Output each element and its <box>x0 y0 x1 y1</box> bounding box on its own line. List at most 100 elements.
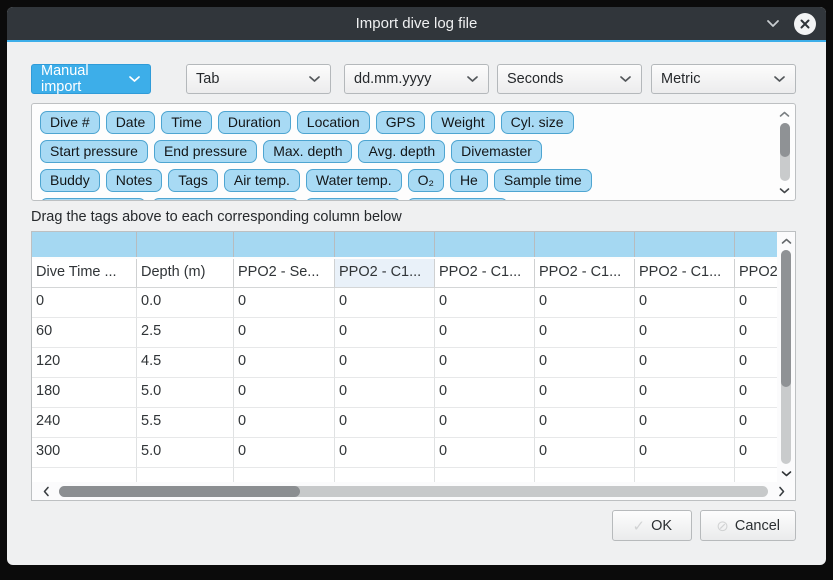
table-vertical-scrollbar[interactable] <box>777 232 795 482</box>
tag-sample-temperature[interactable]: Sample temperature <box>152 198 299 201</box>
date-format-value: dd.mm.yyyy <box>354 71 431 87</box>
import-dialog-window: Import dive log file Manual import Tab <box>7 7 826 565</box>
tag-weight[interactable]: Weight <box>431 111 494 134</box>
column-drop-target[interactable] <box>535 232 635 257</box>
column-drop-target[interactable] <box>435 232 535 257</box>
table-cell: 0 <box>735 288 777 318</box>
close-button[interactable] <box>794 13 816 35</box>
column-header[interactable]: PPO2 - C1... <box>435 259 535 288</box>
column-drop-target[interactable] <box>735 232 777 257</box>
tags-scrollbar-thumb[interactable] <box>780 123 790 157</box>
table-cell: 0 <box>735 438 777 468</box>
chevron-down-icon[interactable] <box>764 15 782 33</box>
tags-scrollbar-track[interactable] <box>780 123 790 181</box>
units-select[interactable]: Metric <box>651 64 796 94</box>
chevron-down-icon <box>308 75 321 83</box>
tag-tags[interactable]: Tags <box>168 169 218 192</box>
table-cell <box>32 468 137 482</box>
table-row <box>32 468 777 482</box>
scroll-down-icon[interactable] <box>781 466 792 480</box>
table-vscroll-thumb[interactable] <box>781 250 791 387</box>
tag-divemaster[interactable]: Divemaster <box>451 140 542 163</box>
table-cell: 0 <box>535 378 635 408</box>
column-header[interactable]: PPO2 - C1... <box>635 259 735 288</box>
column-header[interactable]: PPO2 <box>735 259 777 288</box>
tag-sample-time[interactable]: Sample time <box>494 169 592 192</box>
tag-buddy[interactable]: Buddy <box>40 169 100 192</box>
scroll-left-icon[interactable] <box>36 486 56 497</box>
column-drop-target[interactable] <box>137 232 234 257</box>
tag-sample-cns[interactable]: Sample CNS <box>407 198 508 201</box>
table-hscroll-thumb[interactable] <box>59 486 300 497</box>
tag-notes[interactable]: Notes <box>106 169 163 192</box>
column-drop-row <box>32 232 777 259</box>
tag-row: Sample depth Sample temperature Sample pO₂… <box>37 196 769 201</box>
column-drop-target[interactable] <box>635 232 735 257</box>
import-type-select[interactable]: Manual import <box>31 64 151 94</box>
table-cell: 0 <box>234 438 335 468</box>
table-horizontal-scrollbar[interactable] <box>32 482 795 500</box>
table-cell: 0 <box>635 288 735 318</box>
tag-dive-[interactable]: Dive # <box>40 111 100 134</box>
table-cell: 0 <box>435 348 535 378</box>
import-options-row: Manual import Tab dd.mm.yyyy Seconds <box>31 64 796 94</box>
tag-location[interactable]: Location <box>297 111 370 134</box>
table-cell <box>435 468 535 482</box>
table-row: 00.0000000 <box>32 288 777 318</box>
column-drop-target[interactable] <box>335 232 435 257</box>
table-cell: 0 <box>735 318 777 348</box>
chevron-down-icon <box>466 75 479 83</box>
scroll-up-icon[interactable] <box>781 234 792 248</box>
cancel-icon: ⊘ <box>716 517 729 535</box>
table-row: 1204.5000000 <box>32 348 777 378</box>
table-cell: 5.5 <box>137 408 234 438</box>
tag-o-[interactable]: O₂ <box>408 169 444 192</box>
tag-air-temp-[interactable]: Air temp. <box>224 169 300 192</box>
column-header[interactable]: PPO2 - Se... <box>234 259 335 288</box>
scroll-right-icon[interactable] <box>771 486 791 497</box>
cancel-button[interactable]: ⊘ Cancel <box>700 510 796 541</box>
tag-avg-depth[interactable]: Avg. depth <box>358 140 445 163</box>
table-hscroll-track[interactable] <box>59 486 768 497</box>
tag-cyl-size[interactable]: Cyl. size <box>501 111 574 134</box>
table-cell <box>735 468 777 482</box>
duration-format-select[interactable]: Seconds <box>497 64 642 94</box>
tag-sample-po-[interactable]: Sample pO₂ <box>305 198 400 201</box>
field-separator-select[interactable]: Tab <box>186 64 331 94</box>
tag-water-temp-[interactable]: Water temp. <box>306 169 402 192</box>
column-drop-target[interactable] <box>32 232 137 257</box>
dialog-content: Manual import Tab dd.mm.yyyy Seconds <box>7 64 826 541</box>
column-header[interactable]: PPO2 - C1... <box>535 259 635 288</box>
tags-scrollbar[interactable] <box>777 107 792 197</box>
date-format-select[interactable]: dd.mm.yyyy <box>344 64 489 94</box>
scroll-up-icon[interactable] <box>779 107 790 121</box>
table-cell: 300 <box>32 438 137 468</box>
table-header-row: Dive Time ...Depth (m)PPO2 - Se...PPO2 -… <box>32 259 777 288</box>
tag-date[interactable]: Date <box>106 111 156 134</box>
tag-time[interactable]: Time <box>161 111 212 134</box>
column-header[interactable]: Depth (m) <box>137 259 234 288</box>
titlebar[interactable]: Import dive log file <box>7 7 826 40</box>
table-cell: 0 <box>435 408 535 438</box>
table-cell: 0 <box>335 288 435 318</box>
tag-he[interactable]: He <box>450 169 488 192</box>
column-drop-target[interactable] <box>234 232 335 257</box>
table-grid: Dive Time ...Depth (m)PPO2 - Se...PPO2 -… <box>32 232 777 482</box>
table-cell: 0 <box>535 438 635 468</box>
table-vscroll-track[interactable] <box>781 250 791 464</box>
tag-max-depth[interactable]: Max. depth <box>263 140 352 163</box>
scroll-down-icon[interactable] <box>779 183 790 197</box>
tag-gps[interactable]: GPS <box>376 111 426 134</box>
tag-sample-depth[interactable]: Sample depth <box>40 198 146 201</box>
tag-start-pressure[interactable]: Start pressure <box>40 140 148 163</box>
tag-end-pressure[interactable]: End pressure <box>154 140 257 163</box>
column-header[interactable]: PPO2 - C1... <box>335 259 435 288</box>
table-cell <box>535 468 635 482</box>
dialog-buttons: ✓ OK ⊘ Cancel <box>31 510 796 541</box>
column-header[interactable]: Dive Time ... <box>32 259 137 288</box>
table-cell: 0 <box>635 438 735 468</box>
tag-duration[interactable]: Duration <box>218 111 291 134</box>
ok-button[interactable]: ✓ OK <box>612 510 692 541</box>
table-cell: 0 <box>735 378 777 408</box>
preview-table: Dive Time ...Depth (m)PPO2 - Se...PPO2 -… <box>31 231 796 501</box>
